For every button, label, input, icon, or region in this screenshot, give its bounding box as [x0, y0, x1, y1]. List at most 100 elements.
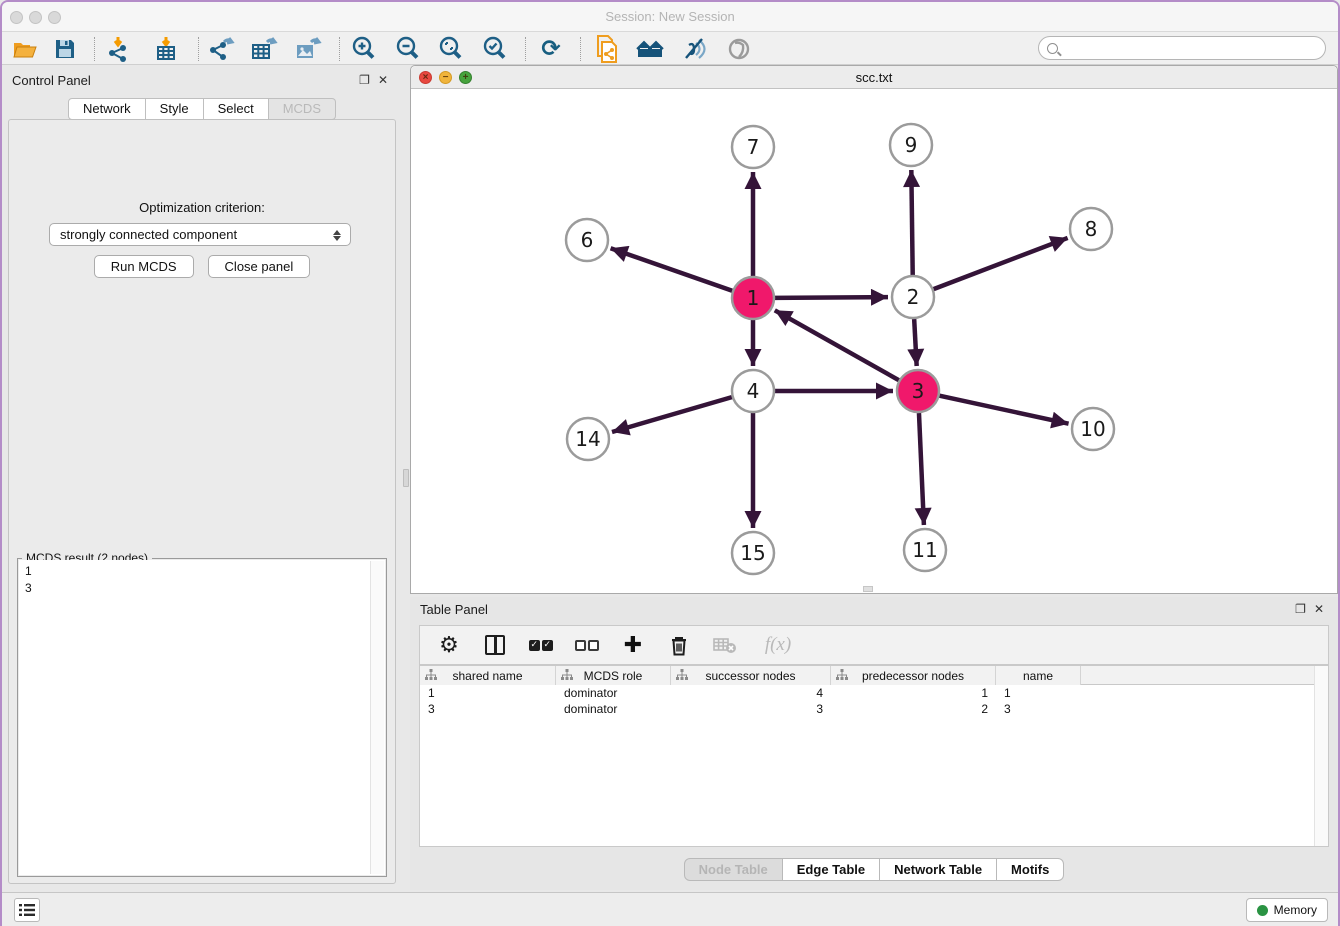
app-window: Session: New Session	[0, 0, 1340, 926]
edge-3-10[interactable]	[939, 396, 1068, 424]
export-network-icon[interactable]	[204, 35, 238, 62]
graph-node-8[interactable]: 8	[1070, 208, 1112, 250]
column-header-successor-nodes[interactable]: successor nodes	[671, 666, 831, 685]
export-table-icon[interactable]	[247, 35, 281, 62]
mcds-result-group: MCDS result (2 nodes) 1 3	[17, 558, 387, 877]
tab-select[interactable]: Select	[204, 98, 269, 120]
svg-text:6: 6	[581, 228, 594, 252]
delete-icon[interactable]	[666, 632, 692, 658]
edge-2-3[interactable]	[914, 319, 917, 366]
network-window: × − + scc.txt 1 2 3 4 6 7 8 9 10 11 14 15	[410, 65, 1338, 594]
graph-node-10[interactable]: 10	[1072, 408, 1114, 450]
table-toolbar: ⚙ ✚ f(x)	[419, 625, 1329, 665]
splitter-handle[interactable]	[403, 469, 409, 487]
edge-3-1[interactable]	[775, 310, 899, 380]
tab-motifs[interactable]: Motifs	[997, 858, 1064, 881]
edge-2-9[interactable]	[911, 170, 912, 275]
toolbar-separator	[198, 37, 199, 61]
save-session-icon[interactable]	[48, 35, 82, 62]
edge-1-6[interactable]	[611, 248, 733, 290]
network-splitter-grab[interactable]	[863, 586, 873, 592]
column-header-name[interactable]: name	[996, 666, 1081, 685]
close-panel-icon[interactable]: ✕	[378, 73, 388, 87]
main-toolbar: ⟳	[2, 32, 1338, 65]
tab-edge-table[interactable]: Edge Table	[783, 858, 880, 881]
graph-node-14[interactable]: 14	[567, 418, 609, 460]
svg-text:2: 2	[907, 285, 920, 309]
column-label: name	[1023, 669, 1053, 683]
gear-icon[interactable]: ⚙	[436, 632, 462, 658]
toolbar-separator	[580, 37, 581, 61]
export-image-icon[interactable]	[291, 35, 325, 62]
column-label: predecessor nodes	[862, 669, 964, 683]
svg-text:11: 11	[912, 538, 937, 562]
select-all-icon[interactable]	[528, 632, 554, 658]
copy-network-icon[interactable]	[590, 35, 624, 62]
first-neighbors-icon[interactable]	[633, 35, 667, 62]
edge-3-11[interactable]	[919, 413, 924, 525]
toolbar-separator	[339, 37, 340, 61]
mcds-result-area[interactable]: 1 3	[19, 560, 385, 875]
graph-node-9[interactable]: 9	[890, 124, 932, 166]
show-all-icon[interactable]	[722, 35, 756, 62]
hide-selected-icon[interactable]	[677, 35, 711, 62]
table-row[interactable]: 3dominator323	[420, 701, 1328, 717]
column-header-mcds-role[interactable]: MCDS role	[556, 666, 671, 685]
run-mcds-button[interactable]: Run MCDS	[94, 255, 194, 278]
table-tabs: Node TableEdge TableNetwork TableMotifs	[410, 858, 1338, 881]
float-panel-icon[interactable]: ❐	[359, 73, 370, 87]
graph-node-15[interactable]: 15	[732, 532, 774, 574]
column-header-predecessor-nodes[interactable]: predecessor nodes	[831, 666, 996, 685]
optimization-criterion-value: strongly connected component	[60, 227, 237, 242]
table-scrollbar[interactable]	[1314, 666, 1328, 846]
function-icon: f(x)	[758, 632, 798, 658]
result-scrollbar[interactable]	[370, 561, 384, 874]
optimization-criterion-select[interactable]: strongly connected component	[49, 223, 351, 246]
zoom-selected-icon[interactable]	[478, 35, 512, 62]
svg-text:7: 7	[747, 135, 760, 159]
graph-node-4[interactable]: 4	[732, 370, 774, 412]
table-row[interactable]: 1dominator411	[420, 685, 1328, 701]
network-titlebar: × − + scc.txt	[411, 66, 1337, 89]
network-canvas[interactable]: 1 2 3 4 6 7 8 9 10 11 14 15	[411, 89, 1337, 593]
close-panel-button[interactable]: Close panel	[208, 255, 311, 278]
edge-1-2[interactable]	[775, 297, 888, 298]
search-input[interactable]	[1062, 41, 1325, 55]
tab-style[interactable]: Style	[146, 98, 204, 120]
graph-node-2[interactable]: 2	[892, 276, 934, 318]
table-cell: 1	[420, 685, 556, 701]
refresh-icon[interactable]: ⟳	[534, 35, 568, 62]
table-cell: dominator	[556, 685, 671, 701]
unselect-all-icon[interactable]	[574, 632, 600, 658]
tab-node-table[interactable]: Node Table	[684, 858, 783, 881]
memory-button[interactable]: Memory	[1246, 898, 1328, 922]
vertical-splitter[interactable]	[402, 65, 410, 892]
column-layout-icon[interactable]	[482, 632, 508, 658]
zoom-out-icon[interactable]	[391, 35, 425, 62]
close-table-panel-icon[interactable]: ✕	[1314, 602, 1324, 616]
task-history-icon[interactable]	[14, 898, 40, 922]
graph-node-11[interactable]: 11	[904, 529, 946, 571]
tab-network[interactable]: Network	[68, 98, 146, 120]
edge-2-8[interactable]	[934, 238, 1068, 289]
toolbar-separator	[525, 37, 526, 61]
edge-4-14[interactable]	[612, 397, 732, 432]
column-header-shared-name[interactable]: shared name	[420, 666, 556, 685]
import-table-icon[interactable]	[150, 35, 184, 62]
table-cell: 3	[420, 701, 556, 717]
graph-node-6[interactable]: 6	[566, 219, 608, 261]
tab-network-table[interactable]: Network Table	[880, 858, 997, 881]
table-cell: 1	[996, 685, 1081, 701]
network-graph[interactable]: 1 2 3 4 6 7 8 9 10 11 14 15	[411, 89, 1337, 593]
table-cell: 4	[671, 685, 831, 701]
graph-node-7[interactable]: 7	[732, 126, 774, 168]
graph-node-1[interactable]: 1	[732, 277, 774, 319]
graph-node-3[interactable]: 3	[897, 370, 939, 412]
tab-mcds[interactable]: MCDS	[269, 98, 336, 120]
import-network-icon[interactable]	[102, 35, 136, 62]
float-table-panel-icon[interactable]: ❐	[1295, 602, 1306, 616]
open-file-icon[interactable]	[8, 35, 42, 62]
add-icon[interactable]: ✚	[620, 632, 646, 658]
zoom-in-icon[interactable]	[347, 35, 381, 62]
zoom-fit-icon[interactable]	[434, 35, 468, 62]
